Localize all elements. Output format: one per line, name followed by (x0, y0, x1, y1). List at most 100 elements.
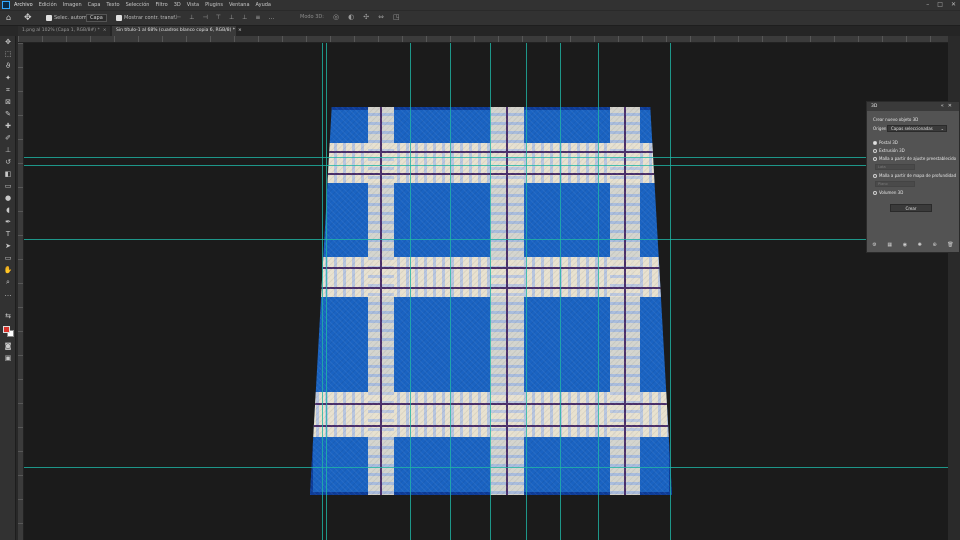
align-middle-icon[interactable]: ⊥ (229, 14, 234, 21)
rectangle-icon[interactable]: ▭ (3, 254, 13, 262)
delete-icon[interactable]: 🗑 (947, 242, 953, 248)
auto-select-dropdown[interactable]: Capa (86, 14, 107, 22)
path-selection-icon[interactable]: ➤ (3, 242, 13, 250)
minimize-button[interactable]: – (926, 0, 929, 10)
maximize-button[interactable]: □ (937, 0, 943, 10)
guide-vertical[interactable] (322, 43, 323, 540)
orbit-icon[interactable]: ◎ (333, 13, 339, 21)
healing-brush-icon[interactable]: ✚ (3, 122, 13, 130)
roll-icon[interactable]: ◐ (348, 13, 354, 21)
blur-icon[interactable]: ● (3, 194, 13, 202)
align-top-icon[interactable]: ⊤ (216, 14, 221, 21)
marquee-icon[interactable]: ⬚ (3, 50, 13, 58)
create-new-object-label: Crear nuevo objeto 3D (873, 117, 919, 122)
menu-edicion[interactable]: Edición (39, 0, 57, 10)
eraser-icon[interactable]: ◧ (3, 170, 13, 178)
more-options-icon[interactable]: … (268, 14, 274, 21)
tab-close-icon[interactable]: × (103, 28, 107, 33)
zoom-icon[interactable]: ⌕ (3, 278, 13, 286)
menu-vista[interactable]: Vista (187, 0, 199, 10)
screen-mode-icon[interactable]: ▣ (3, 354, 13, 362)
hand-icon[interactable]: ✋ (3, 266, 13, 274)
move-tool-icon[interactable]: ✥ (24, 13, 34, 23)
menu-capa[interactable]: Capa (88, 0, 101, 10)
document-canvas[interactable] (24, 43, 948, 540)
menu-archivo[interactable]: Archivo (14, 0, 33, 10)
guide-horizontal[interactable] (24, 239, 948, 240)
magic-wand-icon[interactable]: ✦ (3, 74, 13, 82)
foreground-color-swatch[interactable] (3, 326, 10, 333)
guide-vertical[interactable] (598, 43, 599, 540)
guide-vertical[interactable] (326, 43, 327, 540)
panel-controls[interactable]: «✕ (941, 102, 956, 111)
guide-vertical[interactable] (450, 43, 451, 540)
auto-select-checkbox[interactable] (46, 15, 52, 21)
option-mesh-depth-map[interactable]: Malla a partir de mapa de profundidad (873, 173, 956, 178)
guide-horizontal[interactable] (24, 165, 948, 166)
option-volume-3d[interactable]: Volumen 3D (873, 190, 903, 195)
swap-colors-icon[interactable]: ⇆ (3, 312, 13, 320)
menu-seleccion[interactable]: Selección (126, 0, 150, 10)
radio-icon (873, 149, 877, 153)
window-controls: – □ ✕ (926, 0, 956, 10)
material-icon[interactable]: ◉ (903, 242, 907, 248)
pen-icon[interactable]: ✒ (3, 218, 13, 226)
scale-icon[interactable]: ◳ (393, 13, 400, 21)
gradient-icon[interactable]: ▭ (3, 182, 13, 190)
menu-3d[interactable]: 3D (174, 0, 181, 10)
panel-header[interactable]: 3D «✕ (867, 102, 959, 111)
menu-ayuda[interactable]: Ayuda (256, 0, 271, 10)
radio-icon (873, 191, 877, 195)
distribute-icon[interactable]: ≡ (255, 14, 260, 21)
menu-plugins[interactable]: Plugins (205, 0, 223, 10)
guide-vertical[interactable] (560, 43, 561, 540)
mesh-icon[interactable]: ▦ (887, 242, 892, 248)
dodge-icon[interactable]: ◖ (3, 206, 13, 214)
menu-ventana[interactable]: Ventana (229, 0, 250, 10)
option-extrusion-3d[interactable]: Extrusión 3D (873, 148, 905, 153)
menu-texto[interactable]: Texto (106, 0, 119, 10)
type-icon[interactable]: T (3, 230, 13, 238)
tab-sin-titulo[interactable]: Sin título-1 al 68% (cuadros blanco copi… (112, 26, 242, 36)
guide-vertical[interactable] (526, 43, 527, 540)
home-icon[interactable]: ⌂ (6, 14, 14, 22)
clone-stamp-icon[interactable]: ⊥ (3, 146, 13, 154)
menu-filtro[interactable]: Filtro (155, 0, 167, 10)
align-left-icon[interactable]: ⊢ (176, 14, 181, 21)
move-icon[interactable]: ✥ (3, 38, 13, 46)
guide-vertical[interactable] (410, 43, 411, 540)
create-button[interactable]: Crear (890, 204, 932, 212)
guide-horizontal[interactable] (24, 157, 948, 158)
brush-icon[interactable]: ✐ (3, 134, 13, 142)
more-tools-icon[interactable]: … (3, 290, 13, 298)
crop-icon[interactable]: ⌗ (3, 86, 13, 94)
drag-icon[interactable]: ✣ (363, 13, 369, 21)
guide-vertical[interactable] (490, 43, 491, 540)
frame-icon[interactable]: ⊠ (3, 98, 13, 106)
quick-mask-icon[interactable]: ◙ (3, 342, 13, 350)
align-bottom-icon[interactable]: ⊥ (242, 14, 247, 21)
menu-imagen[interactable]: Imagen (63, 0, 82, 10)
option-postal-3d[interactable]: Postal 3D (873, 140, 898, 145)
eyedropper-icon[interactable]: ✎ (3, 110, 13, 118)
scene-icon[interactable]: ⚙ (872, 242, 876, 248)
source-dropdown[interactable]: Capas seleccionadas ⌄ (887, 125, 947, 132)
light-icon[interactable]: ✺ (918, 242, 922, 248)
show-transform-label: Mostrar contr. transf. (124, 15, 177, 21)
new-icon[interactable]: ⊕ (932, 242, 936, 248)
option-mesh-preset[interactable]: Malla a partir de ajuste preestablecido (873, 156, 956, 161)
slide-icon[interactable]: ⇔ (378, 13, 384, 21)
guide-horizontal[interactable] (24, 467, 948, 468)
horizontal-ruler[interactable] (18, 36, 948, 43)
align-center-icon[interactable]: ⊥ (189, 14, 194, 21)
close-window-button[interactable]: ✕ (951, 0, 956, 10)
tab-1png[interactable]: 1.png al 102% (Capa 1, RGB/8#) * × (18, 26, 110, 36)
guide-vertical[interactable] (670, 43, 671, 540)
show-transform-checkbox[interactable] (116, 15, 122, 21)
align-right-icon[interactable]: ⊣ (202, 14, 207, 21)
lasso-icon[interactable]: ϑ (3, 62, 13, 70)
main-menu: Archivo Edición Imagen Capa Texto Selecc… (14, 0, 271, 10)
history-brush-icon[interactable]: ↺ (3, 158, 13, 166)
depth-map-field: Plano (875, 181, 915, 187)
tab-close-icon[interactable]: × (238, 28, 242, 33)
